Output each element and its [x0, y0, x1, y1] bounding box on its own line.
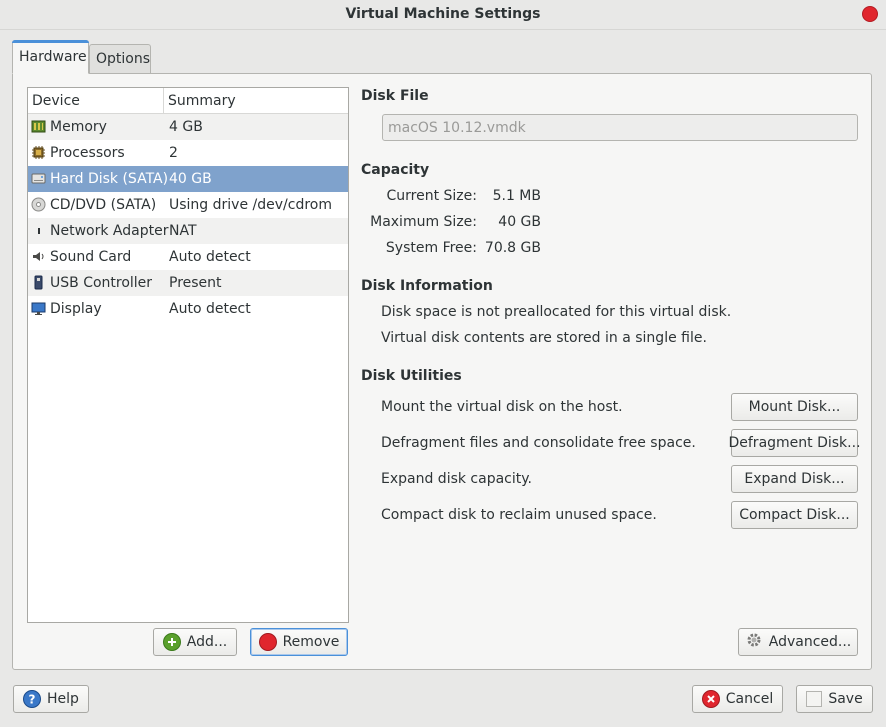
help-icon: ? [23, 690, 42, 708]
add-label: Add... [186, 634, 228, 650]
device-name: Network Adapter [50, 223, 169, 239]
add-device-button[interactable]: Add... [153, 628, 237, 656]
disk-info-line-2: Virtual disk contents are stored in a si… [381, 330, 707, 346]
advanced-label: Advanced... [768, 634, 852, 650]
device-name: CD/DVD (SATA) [50, 197, 157, 213]
display-icon [31, 301, 46, 316]
device-name: Sound Card [50, 249, 132, 265]
remove-icon [258, 633, 277, 651]
add-icon [162, 633, 181, 651]
maximum-size-label: Maximum Size: [370, 214, 477, 230]
device-list[interactable]: Device Summary Memory 4 GB Processors 2 … [27, 87, 349, 623]
remove-device-button[interactable]: Remove [250, 628, 348, 656]
device-name: Display [50, 301, 102, 317]
save-label: Save [828, 691, 863, 707]
list-header: Device Summary [28, 88, 348, 114]
usb-icon [31, 275, 46, 290]
svg-text:?: ? [29, 693, 36, 707]
cancel-label: Cancel [725, 691, 774, 707]
device-summary: NAT [169, 223, 197, 239]
device-summary: Auto detect [169, 301, 251, 317]
device-summary: 4 GB [169, 119, 203, 135]
defragment-description: Defragment files and consolidate free sp… [381, 435, 696, 451]
device-name: Hard Disk (SATA) [50, 171, 169, 187]
system-free-label: System Free: [385, 240, 477, 256]
defragment-disk-button[interactable]: Defragment Disk... [728, 429, 861, 457]
capacity-heading: Capacity [361, 162, 430, 178]
maximum-size-value: 40 GB [498, 214, 541, 230]
tab-options[interactable]: Options [89, 44, 151, 74]
help-button[interactable]: ? Help [13, 685, 89, 713]
column-header-device[interactable]: Device [28, 88, 164, 114]
column-header-summary[interactable]: Summary [164, 88, 348, 114]
disk-file-field[interactable] [382, 114, 858, 141]
tab-hardware[interactable]: Hardware [12, 40, 89, 74]
device-row-hard-disk[interactable]: Hard Disk (SATA) 40 GB [28, 166, 348, 192]
close-button[interactable] [862, 6, 878, 22]
save-button[interactable]: Save [796, 685, 873, 713]
gear-icon [745, 631, 763, 653]
device-summary: 2 [169, 145, 178, 161]
processor-icon [31, 145, 46, 160]
device-row-cd-dvd[interactable]: CD/DVD (SATA) Using drive /dev/cdrom [28, 192, 348, 218]
disk-info-line-1: Disk space is not preallocated for this … [381, 304, 732, 320]
device-row-memory[interactable]: Memory 4 GB [28, 114, 348, 140]
device-summary: 40 GB [169, 171, 212, 187]
cancel-button[interactable]: Cancel [692, 685, 783, 713]
expand-disk-button[interactable]: Expand Disk... [731, 465, 858, 493]
disk-utilities-heading: Disk Utilities [361, 368, 462, 384]
network-icon [31, 223, 46, 238]
remove-label: Remove [282, 634, 340, 650]
device-row-sound-card[interactable]: Sound Card Auto detect [28, 244, 348, 270]
device-name: Processors [50, 145, 125, 161]
sound-icon [31, 249, 46, 264]
window-title: Virtual Machine Settings [345, 6, 541, 22]
device-row-network-adapter[interactable]: Network Adapter NAT [28, 218, 348, 244]
system-free-value: 70.8 GB [484, 240, 541, 256]
hard-disk-icon [31, 171, 46, 186]
current-size-value: 5.1 MB [492, 188, 541, 204]
device-row-display[interactable]: Display Auto detect [28, 296, 348, 322]
device-summary: Present [169, 275, 222, 291]
compact-disk-button[interactable]: Compact Disk... [731, 501, 858, 529]
title-bar: Virtual Machine Settings [0, 0, 886, 30]
mount-description: Mount the virtual disk on the host. [381, 399, 623, 415]
advanced-button[interactable]: Advanced... [738, 628, 858, 656]
cd-dvd-icon [31, 197, 46, 212]
current-size-label: Current Size: [386, 188, 478, 204]
save-icon [806, 691, 823, 707]
disk-information-heading: Disk Information [361, 278, 493, 294]
expand-description: Expand disk capacity. [381, 471, 532, 487]
memory-icon [31, 119, 46, 134]
cancel-icon [701, 690, 720, 708]
device-summary: Auto detect [169, 249, 251, 265]
help-label: Help [47, 691, 79, 707]
device-name: Memory [50, 119, 107, 135]
device-summary: Using drive /dev/cdrom [169, 197, 332, 213]
device-name: USB Controller [50, 275, 153, 291]
compact-description: Compact disk to reclaim unused space. [381, 507, 657, 523]
device-row-usb-controller[interactable]: USB Controller Present [28, 270, 348, 296]
disk-file-heading: Disk File [361, 88, 429, 104]
mount-disk-button[interactable]: Mount Disk... [731, 393, 858, 421]
device-row-processors[interactable]: Processors 2 [28, 140, 348, 166]
